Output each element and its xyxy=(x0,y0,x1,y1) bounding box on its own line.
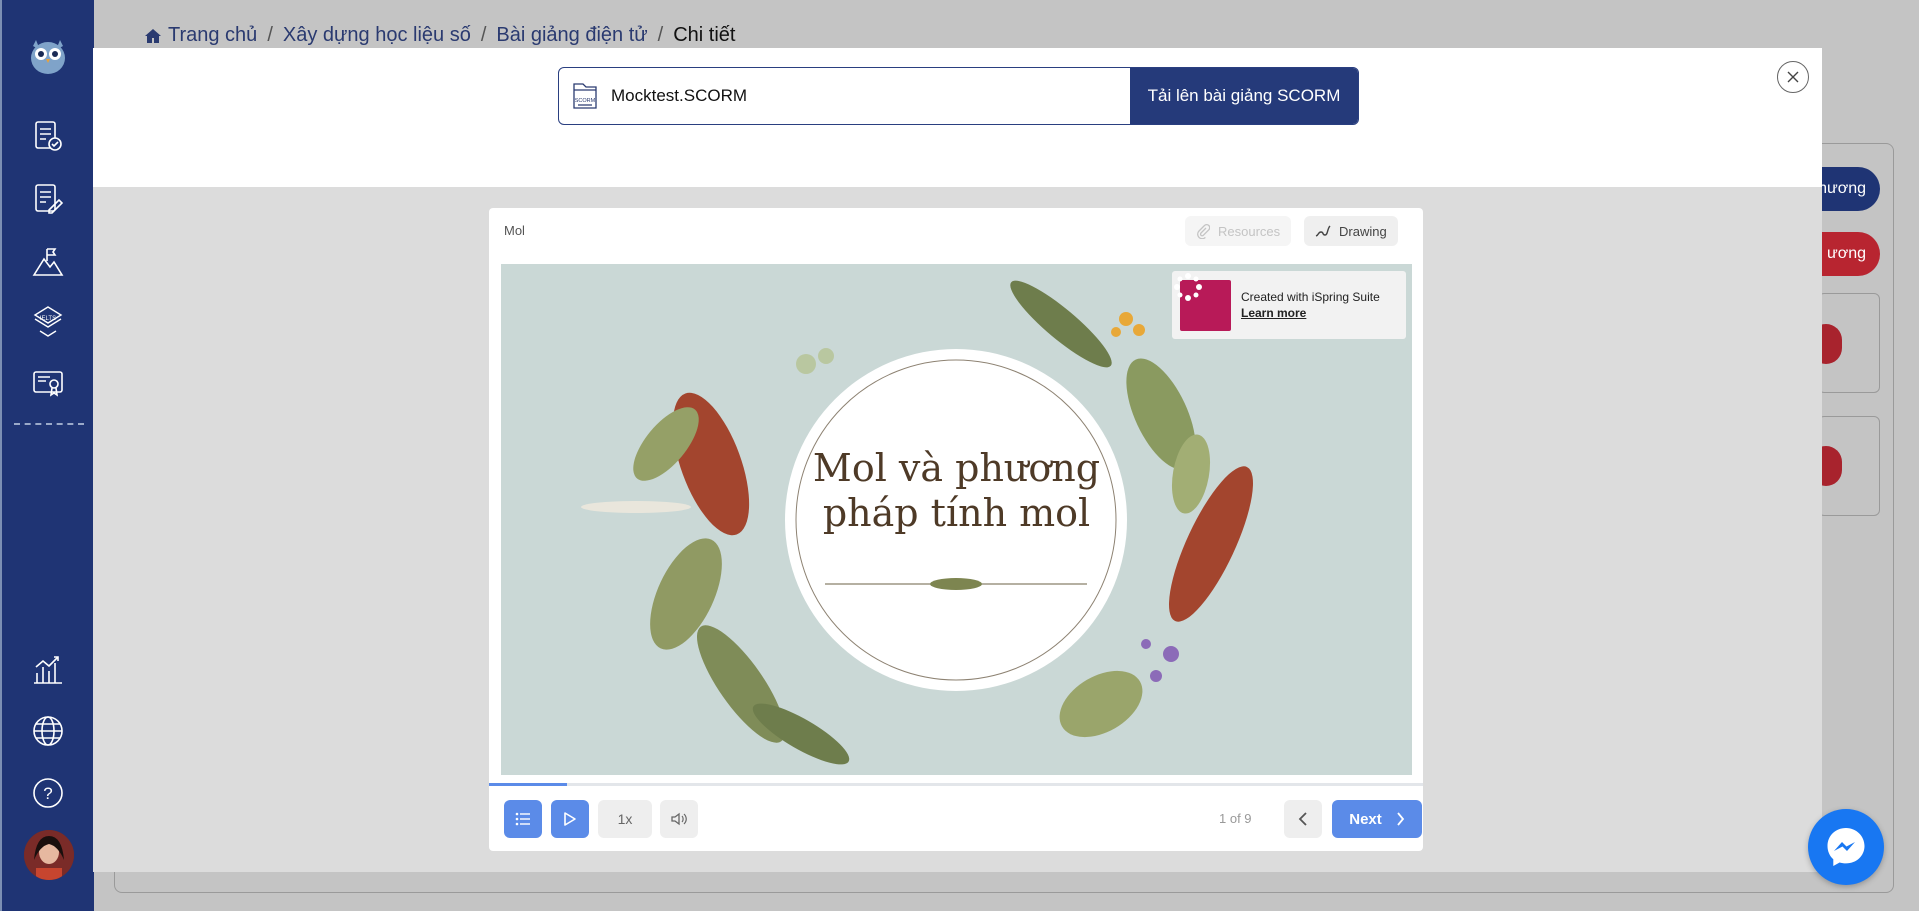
globe-icon[interactable] xyxy=(29,712,67,750)
chevron-right-icon xyxy=(1397,812,1404,826)
breadcrumb-current: Chi tiết xyxy=(673,24,736,46)
breadcrumb-separator: / xyxy=(267,24,273,46)
scorm-upload-box: SCORM Mocktest.SCORM Tải lên bài giảng S… xyxy=(558,67,1359,125)
slide-counter: 1 of 9 xyxy=(1219,811,1252,826)
scorm-file-icon: SCORM xyxy=(559,68,611,124)
breadcrumb-home[interactable]: Trang chủ xyxy=(168,24,257,47)
chevron-left-icon xyxy=(1298,812,1307,826)
next-slide-button[interactable]: Next xyxy=(1332,800,1422,838)
messenger-chat-button[interactable] xyxy=(1808,809,1884,885)
help-icon[interactable]: ? xyxy=(29,774,67,812)
progress-fill xyxy=(489,783,567,786)
outline-menu-button[interactable] xyxy=(504,800,542,838)
ielts-label: IELTS xyxy=(40,316,56,322)
exam-check-icon[interactable] xyxy=(29,117,67,155)
ispring-learn-more-link[interactable]: Learn more xyxy=(1241,306,1306,320)
play-icon xyxy=(564,812,576,826)
owl-logo[interactable] xyxy=(28,36,68,76)
play-button[interactable] xyxy=(551,800,589,838)
player-title: Mol xyxy=(504,223,525,238)
mountain-flag-icon[interactable] xyxy=(29,242,67,280)
slide-canvas[interactable]: Mol và phương pháp tính mol Created with… xyxy=(501,264,1412,775)
ispring-logo-icon xyxy=(1174,273,1231,331)
drawing-squiggle-icon xyxy=(1315,225,1331,237)
certificate-icon[interactable] xyxy=(29,365,67,403)
scorm-file-name: Mocktest.SCORM xyxy=(611,86,748,105)
slide-title-line1: Mol và phương xyxy=(812,446,1101,490)
close-modal-button[interactable] xyxy=(1777,61,1809,93)
close-icon xyxy=(1787,71,1799,83)
playback-speed-button[interactable]: 1x xyxy=(598,800,652,838)
modal-header: SCORM Mocktest.SCORM Tải lên bài giảng S… xyxy=(93,48,1822,187)
drawing-button[interactable]: Drawing xyxy=(1304,216,1398,246)
ispring-badge[interactable]: Created with iSpring Suite Learn more xyxy=(1172,271,1406,339)
resources-label: Resources xyxy=(1218,223,1281,239)
breadcrumb-digital-learning[interactable]: Xây dựng học liệu số xyxy=(283,24,471,47)
help-glyph: ? xyxy=(43,784,52,803)
paperclip-icon xyxy=(1197,223,1210,239)
drawing-label: Drawing xyxy=(1339,223,1387,239)
slide-title-line2: pháp tính mol xyxy=(822,491,1091,535)
breadcrumb-e-lectures[interactable]: Bài giảng điện tử xyxy=(496,24,647,47)
previous-slide-button[interactable] xyxy=(1284,800,1322,838)
ispring-created-text: Created with iSpring Suite xyxy=(1241,290,1380,304)
edit-document-icon[interactable] xyxy=(29,180,67,218)
scorm-modal: SCORM Mocktest.SCORM Tải lên bài giảng S… xyxy=(93,48,1822,872)
list-icon xyxy=(515,812,530,826)
sidebar-divider xyxy=(14,423,84,425)
resources-button[interactable]: Resources xyxy=(1185,216,1292,246)
avatar[interactable] xyxy=(24,830,74,880)
volume-button[interactable] xyxy=(660,800,698,838)
chart-icon[interactable] xyxy=(29,650,67,688)
breadcrumb-separator: / xyxy=(480,24,487,46)
speaker-icon xyxy=(671,812,687,826)
home-icon[interactable] xyxy=(144,28,162,44)
breadcrumb: Trang chủ / Xây dựng học liệu số / Bài g… xyxy=(144,24,735,47)
scorm-file-icon-label: SCORM xyxy=(575,98,596,104)
breadcrumb-separator: / xyxy=(657,24,664,46)
next-label: Next xyxy=(1349,810,1382,828)
upload-scorm-button[interactable]: Tải lên bài giảng SCORM xyxy=(1130,68,1358,124)
ispring-player: Mol Resources Drawing Mol và phương pháp… xyxy=(489,208,1423,851)
slide-title: Mol và phương pháp tính mol xyxy=(801,446,1112,536)
ielts-icon[interactable]: IELTS xyxy=(29,303,67,341)
progress-bar[interactable] xyxy=(489,783,1423,786)
sidebar: IELTS ? xyxy=(0,0,94,911)
messenger-icon xyxy=(1827,828,1865,866)
